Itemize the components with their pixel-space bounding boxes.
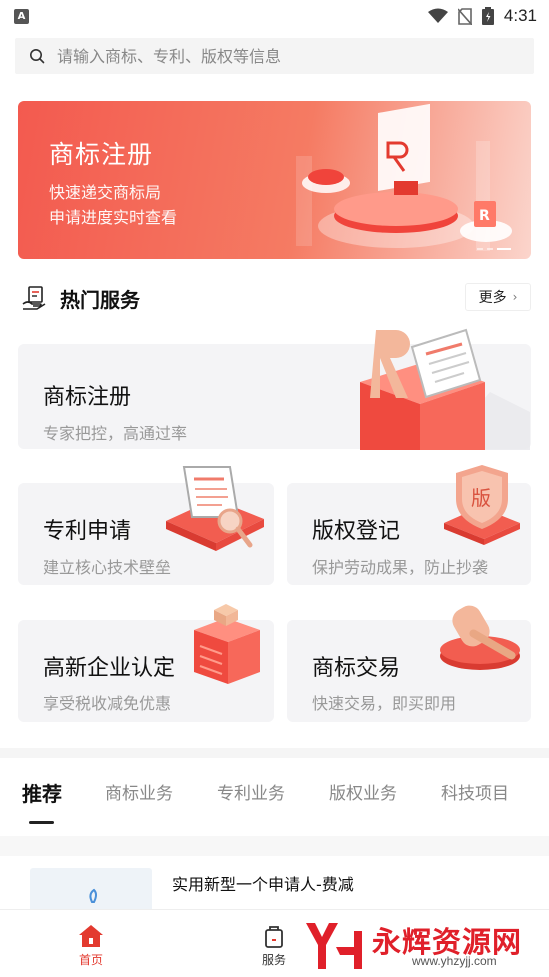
no-sim-icon (457, 7, 472, 25)
bag-icon (265, 926, 283, 948)
banner-line2: 申请进度实时查看 (49, 208, 178, 227)
chevron-right-icon: › (512, 290, 518, 304)
nav-services-label: 服务 (261, 953, 286, 967)
enterprise-building-icon (194, 604, 260, 684)
notification-icon: A (14, 8, 29, 24)
nav-home-label: 首页 (78, 953, 103, 967)
copyright-shield-icon: 版 (444, 465, 520, 545)
nav-services[interactable]: 服务 (244, 924, 304, 968)
status-bar: A 4:31 (0, 0, 549, 32)
search-input[interactable] (57, 46, 497, 66)
active-tab-indicator (29, 821, 54, 824)
card-title: 高新企业认定 (43, 656, 176, 681)
hot-services-title: 热门服务 (60, 287, 140, 312)
promo-banner[interactable]: 商标注册 快速递交商标局 申请进度实时查看 R (18, 101, 531, 259)
tab-tech-projects[interactable]: 科技项目 (441, 779, 509, 804)
card-title: 专利申请 (43, 519, 132, 544)
watermark: 永辉资源网 www.yhzyjj.com (302, 917, 548, 973)
battery-icon (481, 7, 494, 25)
card-title: 版权登记 (312, 519, 401, 544)
carousel-indicator (477, 248, 511, 250)
wifi-icon (427, 8, 448, 23)
watermark-url: www.yhzyjj.com (412, 954, 497, 968)
card-title: 商标注册 (43, 385, 132, 410)
tab-trademark-business[interactable]: 商标业务 (105, 779, 173, 804)
clock: 4:31 (503, 6, 537, 25)
card-subtitle: 快速交易，即买即用 (312, 694, 457, 713)
banner-line1: 快速递交商标局 (49, 183, 162, 202)
card-subtitle: 专家把控，高通过率 (43, 424, 188, 443)
service-hand-icon (22, 286, 46, 310)
card-subtitle: 建立核心技术壁垒 (43, 558, 172, 577)
trademark-r-icon (360, 328, 530, 450)
section-divider (0, 748, 549, 758)
home-icon (79, 925, 103, 947)
list-background (0, 836, 549, 856)
more-label: 更多 (478, 290, 507, 306)
copyright-badge: 版 (471, 486, 491, 510)
hot-services-header: 热门服务 更多 › (22, 283, 531, 313)
banner-title: 商标注册 (49, 140, 154, 169)
trademark-illustration: R (296, 103, 512, 251)
search-icon (30, 49, 45, 64)
svg-text:R: R (479, 208, 490, 224)
list-item-title: 实用新型一个申请人-费减 (172, 875, 354, 894)
more-button[interactable]: 更多 › (465, 283, 531, 311)
category-tabs: 推荐 商标业务 专利业务 版权业务 科技项目 (0, 758, 549, 836)
card-subtitle: 享受税收减免优惠 (43, 694, 172, 713)
watermark-logo (306, 923, 362, 969)
patent-document-icon (166, 466, 264, 551)
search-bar[interactable] (15, 38, 534, 74)
tab-recommended[interactable]: 推荐 (22, 778, 62, 807)
card-title: 商标交易 (312, 656, 401, 681)
card-subtitle: 保护劳动成果，防止抄袭 (312, 558, 489, 577)
gavel-icon (440, 605, 520, 670)
nav-home[interactable]: 首页 (61, 924, 121, 968)
app-screen: A 4:31 商标注册 快速递交商标局 申请进度实时查看 (0, 0, 549, 977)
tab-copyright-business[interactable]: 版权业务 (329, 779, 397, 804)
tab-patent-business[interactable]: 专利业务 (217, 779, 285, 804)
